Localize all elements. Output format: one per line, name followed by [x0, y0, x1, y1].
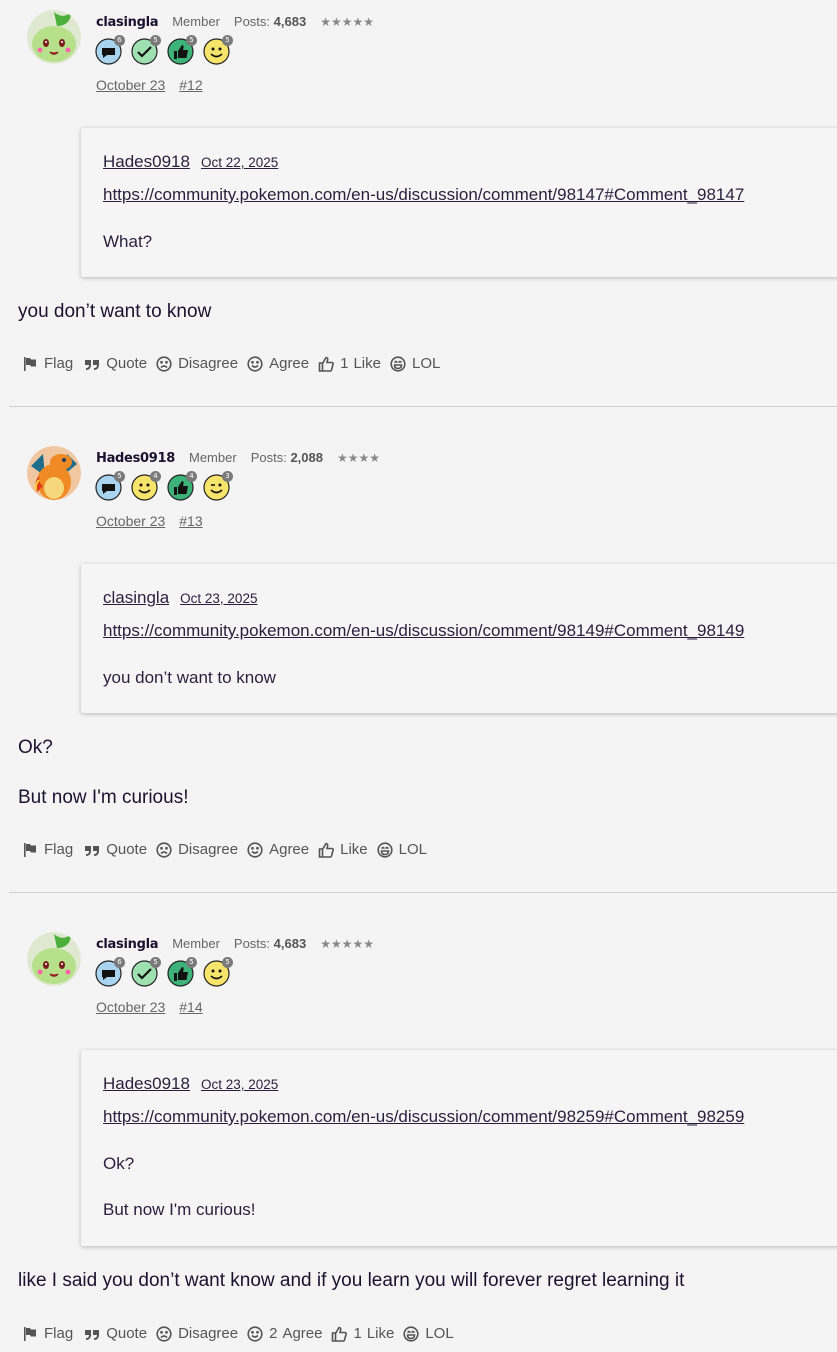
lol-button[interactable]: LOL	[390, 355, 440, 372]
quote-date-link[interactable]: Oct 23, 2025	[201, 1077, 278, 1092]
user-role: Member	[189, 450, 237, 465]
reaction-bar: Flag Quote Disagree 2 Agree 1 Like LOL	[22, 1325, 463, 1342]
post-body: Ok?	[18, 737, 53, 758]
quote-icon	[85, 359, 100, 370]
comment-badge-icon[interactable]: 6	[95, 957, 125, 987]
badge-row: 5 4 4 3	[95, 471, 233, 501]
quote-author-link[interactable]: clasingla	[103, 588, 169, 608]
agree-button[interactable]: Agree	[247, 355, 309, 372]
post-author[interactable]: Hades0918	[96, 451, 175, 466]
post-author[interactable]: clasingla	[96, 15, 159, 30]
lol-button[interactable]: LOL	[403, 1325, 454, 1342]
thumbs-up-icon	[332, 1326, 348, 1342]
quote-icon	[85, 845, 100, 856]
post-permalink[interactable]: #13	[179, 513, 202, 529]
post-body: like I said you don’t want know and if y…	[18, 1270, 685, 1291]
disagree-button[interactable]: Disagree	[156, 1325, 238, 1342]
post-date-link[interactable]: October 23	[96, 513, 165, 529]
post-count: Posts: 4,683	[233, 936, 307, 951]
post-body: you don’t want to know	[18, 301, 212, 322]
like-button[interactable]: 1 Like	[331, 1325, 394, 1342]
agree-button[interactable]: Agree	[247, 841, 309, 858]
quote-text: What?	[103, 232, 153, 251]
reaction-bar: Flag Quote Disagree Agree 1 Like LOL	[22, 355, 449, 372]
quote-date-link[interactable]: Oct 22, 2025	[201, 155, 278, 170]
check-badge-icon[interactable]: 5	[131, 35, 161, 65]
disagree-button[interactable]: Disagree	[156, 841, 238, 858]
comment-badge-icon[interactable]: 5	[95, 471, 125, 501]
flag-button[interactable]: Flag	[22, 841, 73, 858]
post-permalink[interactable]: #12	[179, 77, 202, 93]
quote-button[interactable]: Quote	[84, 841, 147, 858]
quote-button[interactable]: Quote	[84, 1325, 147, 1342]
post-author[interactable]: clasingla	[96, 937, 159, 952]
flag-icon	[24, 1326, 36, 1341]
like-button[interactable]: Like	[318, 841, 368, 858]
smile-icon	[247, 841, 263, 858]
frown-icon	[156, 1325, 172, 1342]
charizard-avatar[interactable]	[27, 446, 81, 500]
post-divider	[9, 406, 837, 407]
quote-author-link[interactable]: Hades0918	[103, 1074, 190, 1094]
user-role: Member	[172, 14, 220, 29]
post-date-link[interactable]: October 23	[96, 77, 165, 93]
post-permalink[interactable]: #14	[179, 999, 202, 1015]
post-count: Posts: 4,683	[233, 14, 307, 29]
smile-icon	[247, 355, 263, 372]
post-date-link[interactable]: October 23	[96, 999, 165, 1015]
thumbs-up-icon	[318, 842, 335, 858]
smile-badge-icon[interactable]: 4	[131, 471, 161, 501]
thumb-badge-icon[interactable]: 5	[167, 957, 197, 987]
quote-block: Hades0918 Oct 23, 2025 https://community…	[81, 1050, 837, 1246]
smile-badge-icon[interactable]: 5	[203, 35, 233, 65]
quote-block: clasingla Oct 23, 2025 https://community…	[81, 564, 837, 713]
flag-icon	[24, 842, 36, 857]
like-button[interactable]: 1 Like	[318, 355, 381, 372]
badge-row: 6 5 5 5	[95, 957, 233, 987]
frown-icon	[156, 841, 172, 858]
reaction-bar: Flag Quote Disagree Agree Like LOL	[22, 841, 436, 858]
quote-text: Ok?	[103, 1154, 135, 1173]
smile-icon	[247, 1325, 263, 1342]
rank-stars: ★★★★★	[320, 937, 374, 951]
quote-source-link[interactable]: https://community.pokemon.com/en-us/disc…	[103, 185, 837, 205]
quote-author-link[interactable]: Hades0918	[103, 152, 190, 172]
flag-button[interactable]: Flag	[22, 355, 73, 372]
disagree-button[interactable]: Disagree	[156, 355, 238, 372]
rank-stars: ★★★★	[336, 451, 381, 465]
chikorita-avatar[interactable]	[27, 932, 81, 986]
quote-source-link[interactable]: https://community.pokemon.com/en-us/disc…	[103, 1107, 837, 1127]
quote-date-link[interactable]: Oct 23, 2025	[180, 591, 257, 606]
post-count: Posts: 2,088	[250, 450, 323, 465]
chikorita-avatar[interactable]	[27, 10, 81, 64]
comment-badge-icon[interactable]: 6	[95, 35, 125, 65]
laugh-icon	[390, 355, 406, 372]
quote-icon	[85, 1329, 100, 1340]
lol-button[interactable]: LOL	[377, 841, 427, 858]
quote-block: Hades0918 Oct 22, 2025 https://community…	[81, 128, 837, 277]
agree-button[interactable]: 2 Agree	[247, 1325, 322, 1342]
quote-source-link[interactable]: https://community.pokemon.com/en-us/disc…	[103, 621, 837, 641]
thumb-badge-icon[interactable]: 5	[167, 35, 197, 65]
user-role: Member	[172, 936, 220, 951]
thumbs-up-icon	[318, 356, 335, 372]
post-body: But now I'm curious!	[18, 787, 189, 808]
rank-stars: ★★★★★	[320, 15, 374, 29]
quote-text: you don’t want to know	[103, 668, 276, 687]
laugh-icon	[403, 1325, 419, 1342]
laugh-icon	[377, 841, 393, 858]
flag-icon	[24, 356, 36, 371]
wink-badge-icon[interactable]: 3	[203, 471, 233, 501]
check-badge-icon[interactable]: 5	[131, 957, 161, 987]
badge-row: 6 5 5 5	[95, 35, 233, 65]
smile-badge-icon[interactable]: 5	[203, 957, 233, 987]
quote-text: But now I'm curious!	[103, 1200, 256, 1219]
quote-button[interactable]: Quote	[84, 355, 147, 372]
flag-button[interactable]: Flag	[22, 1325, 73, 1342]
post-divider	[9, 892, 837, 893]
thumb-badge-icon[interactable]: 4	[167, 471, 197, 501]
frown-icon	[156, 355, 172, 372]
